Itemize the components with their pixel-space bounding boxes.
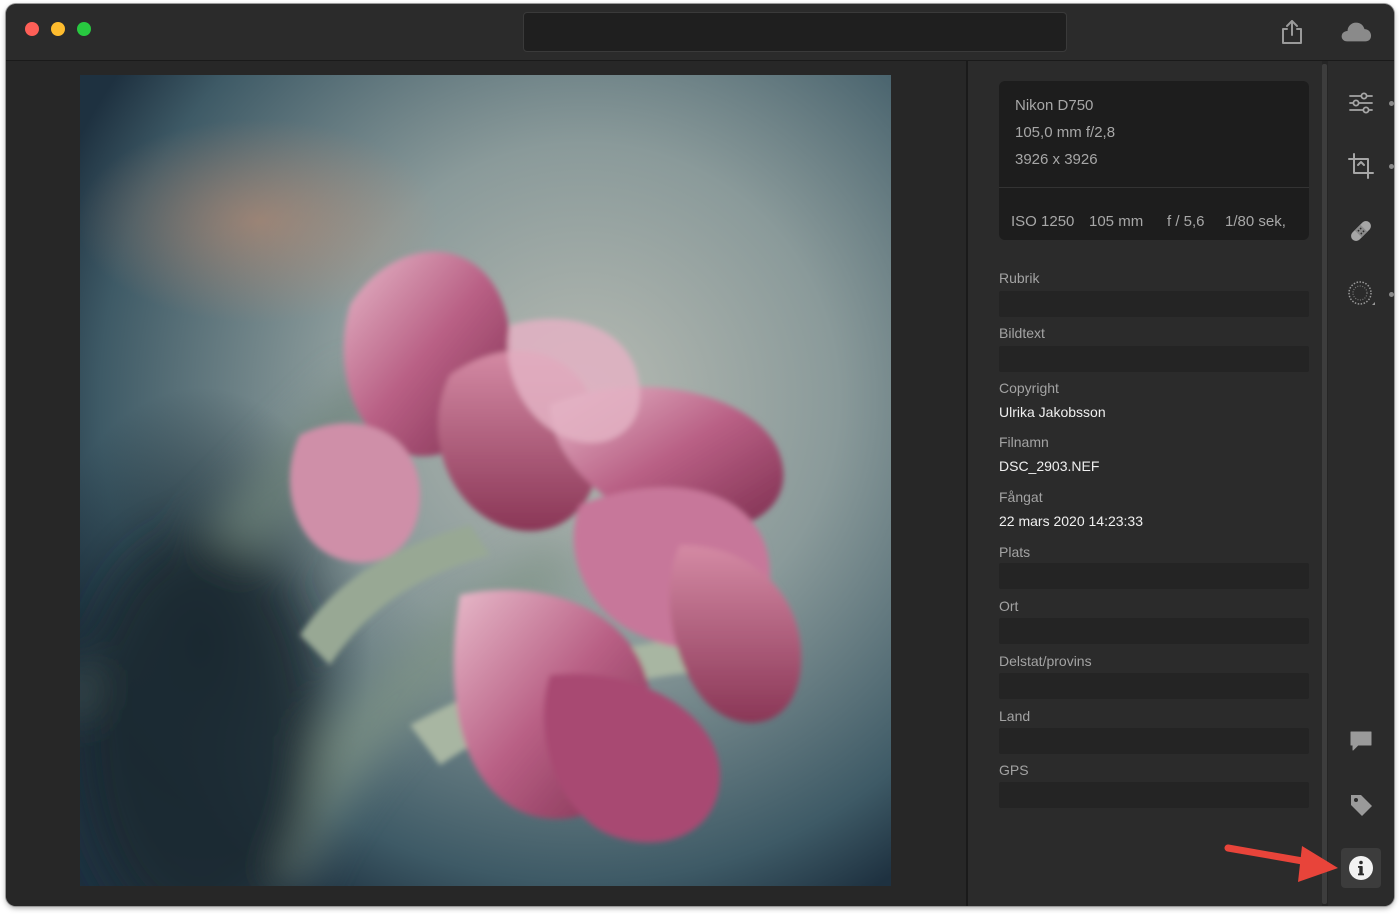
city-input[interactable]	[999, 618, 1309, 644]
city-label: Ort	[999, 598, 1019, 614]
caption-input[interactable]	[999, 346, 1309, 372]
mask-indicator-dot	[1389, 292, 1394, 297]
photo-preview[interactable]	[80, 75, 891, 886]
title-label: Rubrik	[999, 270, 1040, 286]
annotation-arrow-icon	[1224, 844, 1338, 882]
sliders-icon[interactable]	[1341, 83, 1381, 123]
lens-info: 105,0 mm f/2,8	[1015, 124, 1116, 141]
title-bar	[6, 4, 1394, 61]
zoom-window-button[interactable]	[77, 22, 91, 36]
filename-value: DSC_2903.NEF	[999, 458, 1100, 474]
crop-indicator-dot	[1389, 164, 1394, 169]
mask-circle-icon[interactable]	[1341, 274, 1381, 314]
camera-model: Nikon D750	[1015, 97, 1094, 114]
copyright-label: Copyright	[999, 380, 1059, 396]
gps-input[interactable]	[999, 782, 1309, 808]
captured-value[interactable]: 22 mars 2020 14:23:33	[999, 513, 1143, 529]
state-input[interactable]	[999, 673, 1309, 699]
speech-bubble-icon[interactable]	[1341, 721, 1381, 761]
state-label: Delstat/provins	[999, 653, 1092, 669]
aperture-value: f / 5,6	[1167, 213, 1205, 230]
minimize-window-button[interactable]	[51, 22, 65, 36]
shutter-value: 1/80 sek,	[1225, 213, 1286, 230]
location-input[interactable]	[999, 563, 1309, 589]
edit-indicator-dot	[1389, 101, 1394, 106]
country-input[interactable]	[999, 728, 1309, 754]
info-panel: Nikon D750 105,0 mm f/2,8 3926 x 3926 IS…	[968, 61, 1322, 906]
captured-label: Fångat	[999, 489, 1043, 505]
filename-label: Filnamn	[999, 434, 1049, 450]
focal-length-value: 105 mm	[1089, 213, 1144, 230]
tool-rail	[1328, 61, 1394, 906]
close-window-button[interactable]	[25, 22, 39, 36]
search-input[interactable]	[523, 12, 1067, 52]
exif-divider	[999, 187, 1309, 188]
copyright-value[interactable]: Ulrika Jakobsson	[999, 404, 1106, 420]
gps-label: GPS	[999, 762, 1029, 778]
exif-summary-card: Nikon D750 105,0 mm f/2,8 3926 x 3926 IS…	[999, 81, 1309, 240]
photo-canvas	[6, 61, 966, 906]
image-dimensions: 3926 x 3926	[1015, 151, 1098, 168]
iso-value: ISO 1250	[1011, 213, 1075, 230]
share-icon[interactable]	[1276, 16, 1308, 48]
title-input[interactable]	[999, 291, 1309, 317]
crop-icon[interactable]	[1341, 146, 1381, 186]
tag-icon[interactable]	[1341, 785, 1381, 825]
cloud-icon[interactable]	[1340, 16, 1372, 48]
app-window: Nikon D750 105,0 mm f/2,8 3926 x 3926 IS…	[6, 4, 1394, 906]
panel-scrollbar[interactable]	[1322, 64, 1327, 904]
country-label: Land	[999, 708, 1031, 724]
caption-label: Bildtext	[999, 325, 1045, 341]
bandage-icon[interactable]	[1341, 211, 1381, 251]
location-label: Plats	[999, 544, 1031, 560]
info-icon[interactable]	[1341, 848, 1381, 888]
